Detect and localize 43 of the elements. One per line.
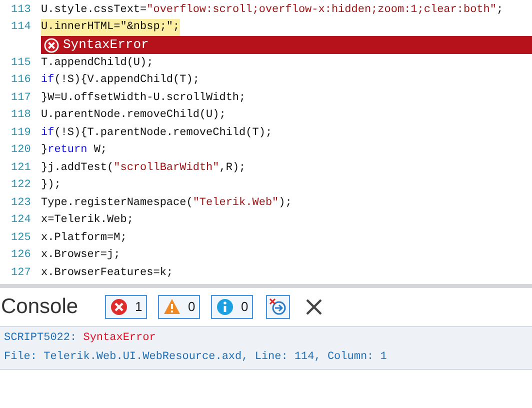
warning-icon: [163, 298, 181, 315]
console-message: SCRIPT5022: SyntaxError: [4, 331, 156, 346]
line-number: 123: [10, 196, 32, 210]
line-number: 118: [10, 108, 32, 123]
code-line: }return W;: [41, 143, 108, 158]
console-title: Console: [1, 294, 80, 320]
code-line: U.parentNode.removeChild(U);: [41, 108, 226, 123]
code-line: if(!S){T.parentNode.removeChild(T);: [41, 126, 272, 140]
code-line: Type.registerNamespace("Telerik.Web");: [41, 196, 292, 210]
line-number: 124: [10, 213, 32, 228]
line-number: 125: [10, 230, 32, 246]
line-number: 119: [10, 126, 32, 140]
info-icon: [216, 298, 234, 316]
code-line: U.style.cssText="overflow:scroll;overflow-x:hidden;zoom:1;clear:both";: [41, 2, 504, 18]
code-line: x.Platform=M;: [41, 230, 127, 246]
close-button[interactable]: [304, 296, 324, 316]
error-message: SyntaxError: [63, 36, 149, 54]
code-line: });: [41, 178, 61, 193]
line-number: 113: [10, 2, 32, 18]
error-icon: [110, 298, 128, 316]
code-line: }W=U.offsetWidth-U.scrollWidth;: [41, 90, 246, 106]
console-message: File: Telerik.Web.UI.WebResource.axd, Line: 114, Column: 1: [4, 350, 387, 366]
error-filter-button[interactable]: 1: [105, 294, 147, 318]
line-number: 126: [10, 248, 32, 263]
code-line: x.Browser=j;: [41, 248, 120, 263]
error-icon: [44, 38, 59, 52]
line-number: 116: [10, 73, 32, 88]
line-number: 120: [10, 143, 32, 158]
code-line: if(!S){V.appendChild(T);: [41, 73, 200, 88]
line-number: 122: [10, 178, 32, 193]
code-line: T.appendChild(U);: [41, 56, 154, 70]
close-icon: [306, 298, 322, 314]
line-number: 121: [10, 160, 32, 176]
warning-filter-button[interactable]: 0: [158, 294, 200, 318]
clear-on-navigate-button[interactable]: [266, 294, 290, 318]
code-line: x.BrowserFeatures=k;: [41, 266, 174, 280]
line-number: 115: [10, 56, 32, 70]
code-line: x=Telerik.Web;: [41, 213, 134, 228]
line-number: 127: [10, 266, 32, 280]
code-line: }j.addTest("scrollBarWidth",R);: [41, 160, 246, 176]
line-number: 114: [10, 20, 32, 35]
line-number: 117: [10, 90, 32, 106]
info-filter-button[interactable]: 0: [211, 294, 253, 318]
